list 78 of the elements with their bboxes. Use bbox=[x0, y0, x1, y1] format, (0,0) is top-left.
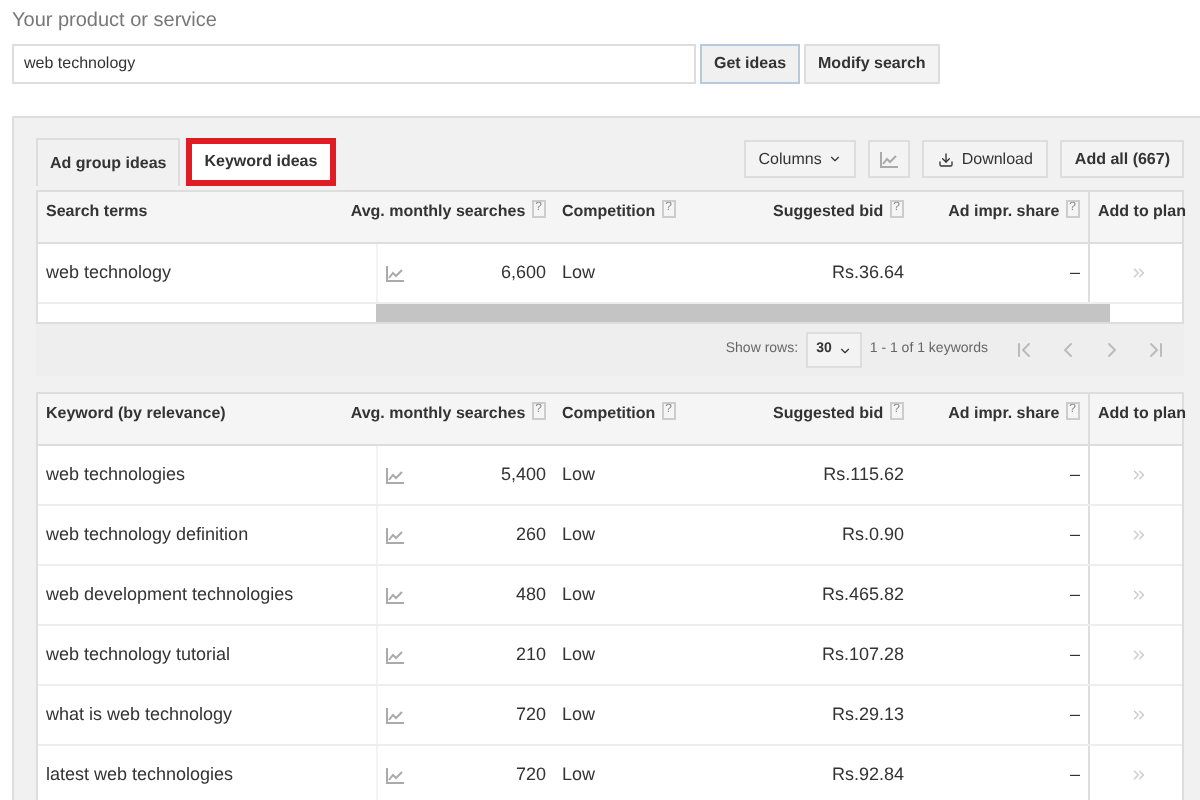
competition-cell-text: Low bbox=[560, 761, 598, 788]
caret-icon bbox=[827, 152, 842, 166]
column-header[interactable]: Search terms bbox=[46, 200, 148, 224]
competition-cell-text: Low bbox=[560, 521, 598, 548]
impression-share-cell-text: – bbox=[1067, 761, 1082, 788]
add-to-plan-icon[interactable] bbox=[1129, 706, 1147, 724]
competition-cell-text: Low bbox=[560, 259, 598, 286]
trend-chart-icon[interactable] bbox=[386, 647, 404, 663]
trend-chart-icon[interactable] bbox=[386, 767, 404, 783]
product-input-field[interactable]: web technology bbox=[12, 44, 696, 84]
impression-share-cell-text: – bbox=[1067, 701, 1082, 728]
searches-cell-text: 5,400 bbox=[500, 461, 546, 488]
competition-cell-text: Low bbox=[560, 641, 598, 668]
bid-cell-text: Rs.115.62 bbox=[821, 461, 906, 488]
keyword-cell-text: latest web technologies bbox=[44, 761, 236, 788]
searches-cell-text: 480 bbox=[515, 581, 546, 608]
bid-cell-text: Rs.36.64 bbox=[829, 259, 906, 286]
last-page-icon[interactable] bbox=[1144, 338, 1168, 362]
searches-cell-text: 720 bbox=[515, 701, 546, 728]
trend-chart-icon[interactable] bbox=[879, 151, 898, 167]
add-to-plan-icon[interactable] bbox=[1129, 766, 1147, 784]
column-header[interactable]: Competition bbox=[562, 200, 656, 224]
searches-cell-text: 720 bbox=[515, 761, 546, 788]
trend-chart-icon[interactable] bbox=[386, 527, 404, 543]
keyword-cell-text: web technologies bbox=[44, 461, 188, 488]
searches-cell-text: 260 bbox=[515, 521, 546, 548]
bid-cell-text: Rs.92.84 bbox=[829, 761, 906, 788]
column-header[interactable]: Add to plan bbox=[1098, 200, 1186, 224]
column-header[interactable]: Add to plan bbox=[1098, 402, 1186, 426]
searches-cell-text: 210 bbox=[515, 641, 546, 668]
keyword-cell-text: web technology bbox=[44, 259, 174, 286]
keyword-cell-text: web technology tutorial bbox=[44, 641, 233, 668]
add-all-button[interactable]: Add all (667) bbox=[1060, 140, 1184, 178]
caret-icon bbox=[837, 343, 852, 357]
keyword-cell-text: web technology definition bbox=[44, 521, 251, 548]
bid-cell-text: Rs.0.90 bbox=[839, 521, 906, 548]
search-button[interactable]: Get ideas bbox=[700, 44, 801, 84]
add-to-plan-icon[interactable] bbox=[1129, 646, 1147, 664]
column-header[interactable]: Suggested bid bbox=[773, 200, 884, 224]
add-to-plan-icon[interactable] bbox=[1129, 264, 1147, 282]
impression-share-cell-text: – bbox=[1067, 581, 1082, 608]
impression-share-cell-text: – bbox=[1067, 521, 1082, 548]
tab[interactable]: Ad group ideas bbox=[36, 138, 181, 186]
column-header[interactable]: Avg. monthly searches bbox=[350, 200, 526, 224]
column-header[interactable]: Keyword (by relevance) bbox=[46, 402, 226, 426]
first-page-icon[interactable] bbox=[1012, 338, 1036, 362]
add-to-plan-icon[interactable] bbox=[1129, 526, 1147, 544]
add-to-plan-icon[interactable] bbox=[1129, 586, 1147, 604]
keyword-cell-text: what is web technology bbox=[44, 701, 235, 728]
competition-cell-text: Low bbox=[560, 701, 598, 728]
impression-share-cell-text: – bbox=[1067, 259, 1082, 286]
impression-share-cell-text: – bbox=[1067, 461, 1082, 488]
column-header[interactable]: Suggested bid bbox=[773, 402, 884, 426]
column-header[interactable]: Ad impr. share bbox=[948, 200, 1060, 224]
column-header[interactable]: Competition bbox=[562, 402, 656, 426]
bid-cell-text: Rs.107.28 bbox=[819, 641, 906, 668]
impression-share-cell-text: – bbox=[1067, 641, 1082, 668]
add-to-plan-icon[interactable] bbox=[1129, 466, 1147, 484]
column-header[interactable]: Ad impr. share bbox=[948, 402, 1060, 426]
download-button[interactable]: Download bbox=[921, 140, 1049, 178]
download-icon bbox=[937, 151, 954, 167]
competition-cell-text: Low bbox=[560, 581, 598, 608]
tab[interactable]: Keyword ideas bbox=[186, 138, 336, 186]
chart-button[interactable] bbox=[867, 140, 910, 178]
horizontal-scrollbar[interactable] bbox=[376, 304, 1110, 322]
search-button[interactable]: Modify search bbox=[804, 44, 940, 84]
field-label: Your product or service bbox=[12, 8, 219, 36]
trend-chart-icon[interactable] bbox=[386, 467, 404, 483]
column-header[interactable]: Avg. monthly searches bbox=[350, 402, 526, 426]
searches-cell-text: 6,600 bbox=[500, 259, 546, 286]
bid-cell-text: Rs.29.13 bbox=[829, 701, 906, 728]
trend-chart-icon[interactable] bbox=[386, 587, 404, 603]
trend-chart-icon[interactable] bbox=[386, 265, 404, 281]
columns-button[interactable]: Columns bbox=[744, 140, 856, 178]
bid-cell-text: Rs.465.82 bbox=[819, 581, 906, 608]
keyword-cell-text: web development technologies bbox=[44, 581, 296, 608]
trend-chart-icon[interactable] bbox=[386, 707, 404, 723]
competition-cell-text: Low bbox=[560, 461, 598, 488]
